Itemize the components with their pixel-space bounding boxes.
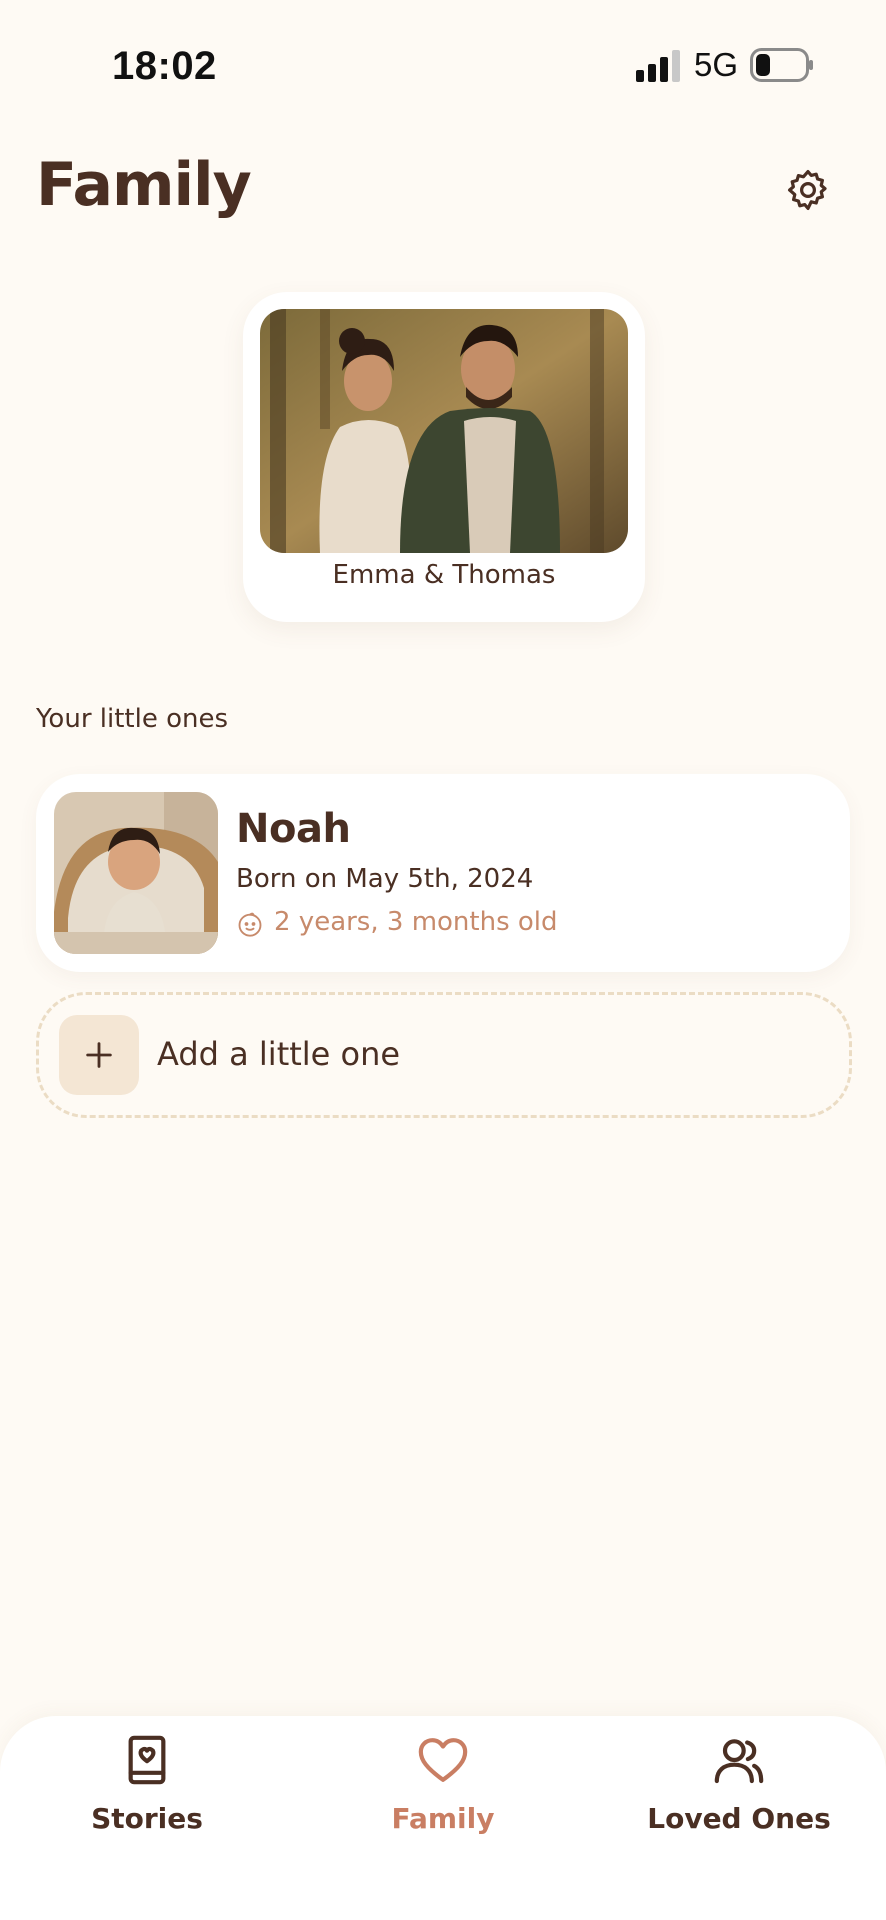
nav-label-loved-ones: Loved Ones bbox=[647, 1802, 831, 1835]
plus-icon bbox=[86, 1042, 112, 1068]
book-heart-icon bbox=[128, 1735, 166, 1785]
child-card-noah[interactable]: Noah Born on May 5th, 2024 2 years, 3 mo… bbox=[36, 774, 850, 972]
add-little-one-button[interactable]: Add a little one bbox=[36, 992, 852, 1118]
parents-card[interactable]: Emma & Thomas bbox=[243, 292, 645, 622]
battery-icon bbox=[750, 48, 813, 82]
nav-item-loved-ones[interactable]: Loved Ones bbox=[629, 1732, 849, 1852]
nav-item-family[interactable]: Family bbox=[333, 1732, 553, 1852]
status-time: 18:02 bbox=[112, 44, 217, 88]
child-name: Noah bbox=[236, 806, 351, 852]
gear-icon bbox=[788, 170, 827, 210]
settings-button[interactable] bbox=[778, 160, 838, 220]
nav-label-stories: Stories bbox=[91, 1802, 203, 1835]
child-age: 2 years, 3 months old bbox=[274, 907, 558, 937]
couple-photo bbox=[260, 309, 628, 553]
status-bar: 18:02 5G bbox=[0, 0, 886, 130]
parents-name: Emma & Thomas bbox=[332, 560, 556, 590]
child-age-row: 2 years, 3 months old bbox=[236, 906, 558, 938]
section-label-little-ones: Your little ones bbox=[36, 704, 229, 734]
network-label: 5G bbox=[694, 46, 739, 83]
signal-icon bbox=[636, 50, 680, 82]
add-little-one-label: Add a little one bbox=[157, 1035, 401, 1073]
add-tile bbox=[59, 1015, 139, 1095]
page-title: Family bbox=[36, 150, 252, 220]
nav-label-family: Family bbox=[391, 1802, 495, 1835]
users-icon bbox=[714, 1739, 764, 1784]
heart-icon bbox=[418, 1738, 468, 1782]
nav-item-stories[interactable]: Stories bbox=[37, 1732, 257, 1852]
bottom-nav: Stories Family Loved Ones bbox=[0, 1716, 886, 1920]
baby-photo bbox=[54, 792, 218, 954]
child-born-date: Born on May 5th, 2024 bbox=[236, 864, 534, 894]
baby-face-icon bbox=[238, 912, 262, 937]
